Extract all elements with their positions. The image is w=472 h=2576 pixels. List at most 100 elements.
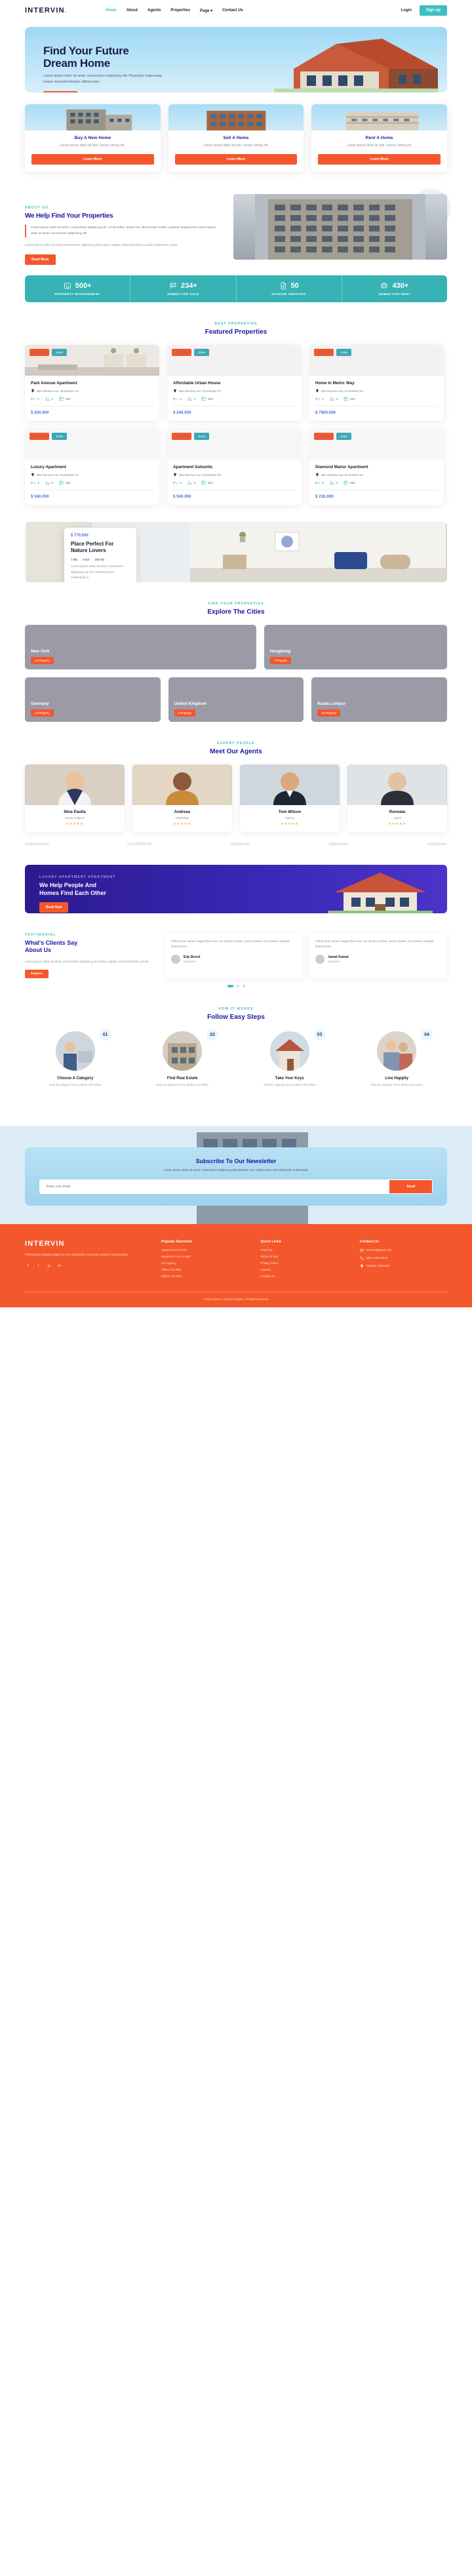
agent-card[interactable]: Rennata Agent ★★★★★ bbox=[347, 764, 447, 833]
footer-contact-column: Contact Us intervin@gmail.com 0812-1234-… bbox=[360, 1240, 447, 1281]
newsletter-email-input[interactable] bbox=[40, 1180, 390, 1194]
agent-card[interactable]: Tom Wilson Agency ★★★★★ bbox=[240, 764, 340, 833]
nature-property-card[interactable]: $ 770,000 Place Perfect For Nature Lovers… bbox=[64, 528, 136, 583]
area-icon bbox=[59, 397, 64, 401]
service-learn-more-buy[interactable]: Learn More bbox=[31, 154, 154, 165]
property-card[interactable]: Featured Sales Home In Metric Way 982 Mon… bbox=[309, 345, 444, 422]
twitter-icon[interactable]: t bbox=[35, 1263, 41, 1269]
instagram-icon[interactable]: ◎ bbox=[46, 1263, 52, 1269]
nature-area: 250 ft2 bbox=[94, 558, 104, 562]
footer-columns: INTERVIN Pellentesque aliquam aliquet at… bbox=[25, 1240, 447, 1281]
city-count-new-york[interactable]: 12 Property bbox=[31, 657, 54, 665]
footer-popular-link-0[interactable]: Apartment For Rent bbox=[161, 1248, 248, 1252]
nav-item-home[interactable]: Home bbox=[106, 9, 117, 12]
signup-button[interactable]: Sign up bbox=[420, 5, 447, 16]
pagination-dot-active[interactable] bbox=[227, 985, 233, 988]
testimonials-explore-button[interactable]: Explore bbox=[25, 970, 49, 979]
property-card[interactable]: Featured Sales Apartment Subunits 982 Mon… bbox=[167, 429, 302, 505]
agent-photo bbox=[25, 764, 125, 806]
area-icon bbox=[344, 481, 348, 485]
bed-icon bbox=[31, 398, 35, 401]
step-image bbox=[163, 1031, 203, 1071]
nav-item-properties[interactable]: Properties bbox=[170, 9, 190, 12]
hero-section: Find Your Future Dream Home Lorem ipsum d… bbox=[25, 27, 447, 92]
service-learn-more-sell[interactable]: Learn More bbox=[174, 154, 298, 165]
service-learn-more-rent[interactable]: Learn More bbox=[318, 154, 441, 165]
about-read-more-button[interactable]: Read More bbox=[25, 254, 56, 266]
city-card-kuala-lumpur[interactable]: Kuala Lumpur 10 Property bbox=[311, 677, 448, 723]
agent-card[interactable]: Andreas Marketing ★★★★★ bbox=[132, 764, 232, 833]
agent-role: Agent bbox=[393, 816, 401, 820]
footer-popular-link-3[interactable]: Offices For Buy bbox=[161, 1268, 248, 1271]
footer-contact-location[interactable]: Jakarta, Indonesia bbox=[360, 1264, 447, 1268]
cta-house-illustration bbox=[328, 873, 433, 914]
city-card-new-york[interactable]: New York 12 Property bbox=[25, 625, 256, 670]
area-icon bbox=[59, 481, 64, 485]
service-card-rent[interactable]: Rent A Home Lorem ipsum dolor sit amt, c… bbox=[311, 104, 448, 172]
nature-title: Place Perfect For Nature Lovers bbox=[71, 541, 130, 554]
pagination-dot[interactable] bbox=[236, 985, 239, 988]
property-address-text: 982 Monroe Ave, Rochester NY bbox=[321, 389, 364, 393]
service-card-buy[interactable]: Buy A New Home Lorem ipsum dolor sit amt… bbox=[25, 104, 161, 172]
pagination-dot[interactable] bbox=[242, 985, 245, 988]
nature-feature-banner: $ 770,000 Place Perfect For Nature Lovers… bbox=[25, 522, 447, 583]
footer-contact-email[interactable]: intervin@gmail.com bbox=[359, 1248, 447, 1252]
city-card-germany[interactable]: Germany 12 Property bbox=[25, 677, 161, 723]
property-area-value: 800 bbox=[66, 481, 71, 485]
location-pin-icon bbox=[31, 389, 34, 393]
city-card-united-kingdom[interactable]: United Kingdom 5 Property bbox=[168, 677, 304, 723]
nav-links: Home About Agents Properties Page ▾ Cont… bbox=[106, 9, 243, 13]
cta-book-now-button[interactable]: Book Now bbox=[39, 902, 69, 913]
testimonial-card[interactable]: Officiis amet sapien magna litora duis n… bbox=[309, 933, 447, 979]
nature-meta: 7 BD 6 BA 250 ft2 bbox=[71, 558, 130, 561]
property-area: 800 bbox=[344, 397, 355, 401]
property-tags: Featured Sales bbox=[314, 349, 352, 357]
service-text-sell: Lorem ipsum dolor sit amt, consec tetrng… bbox=[203, 144, 269, 148]
nav-item-about[interactable]: About bbox=[127, 9, 138, 12]
linkedin-icon[interactable]: in bbox=[56, 1263, 62, 1269]
agent-card[interactable]: Nina Paulla Senior Support ★★★★★ bbox=[25, 764, 125, 833]
footer-contact-phone[interactable]: 0812-1234-5678 bbox=[359, 1256, 447, 1260]
nav-item-page[interactable]: Page ▾ bbox=[200, 9, 212, 13]
footer-quick-link-1[interactable]: Terms Of Use bbox=[260, 1255, 347, 1258]
footer-popular-link-1[interactable]: Apartment Low to High bbox=[161, 1255, 248, 1258]
service-title-sell: Sell A Home bbox=[223, 136, 249, 140]
facebook-icon[interactable]: f bbox=[25, 1263, 31, 1269]
property-card[interactable]: Featured Sales Park Avenue Apartment 982 … bbox=[25, 345, 159, 422]
testimonial-author: Edy Brock Customer bbox=[171, 954, 297, 964]
city-count-germany[interactable]: 12 Property bbox=[31, 709, 54, 717]
footer-quick-link-2[interactable]: Privacy Policy bbox=[260, 1261, 347, 1265]
cta-banner: LUXURY APARTMENT APARTMENT We Help Peopl… bbox=[25, 865, 447, 914]
nav-item-contact-us[interactable]: Contact Us bbox=[222, 9, 243, 12]
property-card[interactable]: Featured Sales Luxury Apartment 982 Monro… bbox=[25, 429, 159, 505]
city-count-kuala-lumpur[interactable]: 10 Property bbox=[317, 709, 341, 717]
nav-item-agents[interactable]: Agents bbox=[148, 9, 161, 12]
footer-logo[interactable]: INTERVIN bbox=[25, 1240, 149, 1248]
area-icon bbox=[201, 397, 206, 401]
footer-popular-link-2[interactable]: Our Agency bbox=[161, 1261, 248, 1265]
step-number: 04 bbox=[421, 1029, 433, 1041]
city-count-united-kingdom[interactable]: 5 Property bbox=[174, 709, 195, 717]
login-link[interactable]: Login bbox=[401, 9, 412, 12]
tag-featured: Featured bbox=[172, 433, 192, 441]
city-card-hongkong[interactable]: Hongkong 7 Property bbox=[264, 625, 447, 670]
testimonial-card[interactable]: Officiis amet sapien magna litora duis n… bbox=[165, 933, 303, 979]
newsletter-send-button[interactable]: Send bbox=[389, 1180, 432, 1194]
newsletter-card: Subscribe To Our Newsletter Lorem ipsum … bbox=[25, 1147, 447, 1206]
city-count-hongkong[interactable]: 7 Property bbox=[269, 657, 291, 665]
property-beds-value: 3 bbox=[180, 397, 182, 401]
footer-contact-location-text: Jakarta, Indonesia bbox=[366, 1264, 390, 1268]
footer-quick-link-3[interactable]: Careers bbox=[260, 1268, 347, 1271]
property-body: Luxury Apartment 982 Monroe Ave, Rochest… bbox=[25, 460, 159, 505]
footer-quick-link-0[interactable]: About Us bbox=[260, 1248, 347, 1252]
footer-contact-phone-text: 0812-1234-5678 bbox=[366, 1256, 387, 1260]
property-card[interactable]: Featured Sales Diamond Manor Apartment 98… bbox=[309, 429, 444, 505]
property-card[interactable]: Featured Sales Affordable Urban House 982… bbox=[167, 345, 302, 422]
brand-logo[interactable]: INTERVIN. bbox=[25, 7, 68, 14]
footer-popular-link-4[interactable]: Offices For Rent bbox=[161, 1275, 248, 1278]
service-card-sell[interactable]: Sell A Home Lorem ipsum dolor sit amt, c… bbox=[168, 104, 304, 172]
service-title-rent: Rent A Home bbox=[365, 136, 393, 140]
hero-get-started-button[interactable]: Get Started bbox=[43, 90, 77, 92]
footer-quick-link-4[interactable]: Contact Us bbox=[260, 1275, 347, 1278]
testimonials-title-line1: What's Clients Say bbox=[25, 940, 78, 947]
